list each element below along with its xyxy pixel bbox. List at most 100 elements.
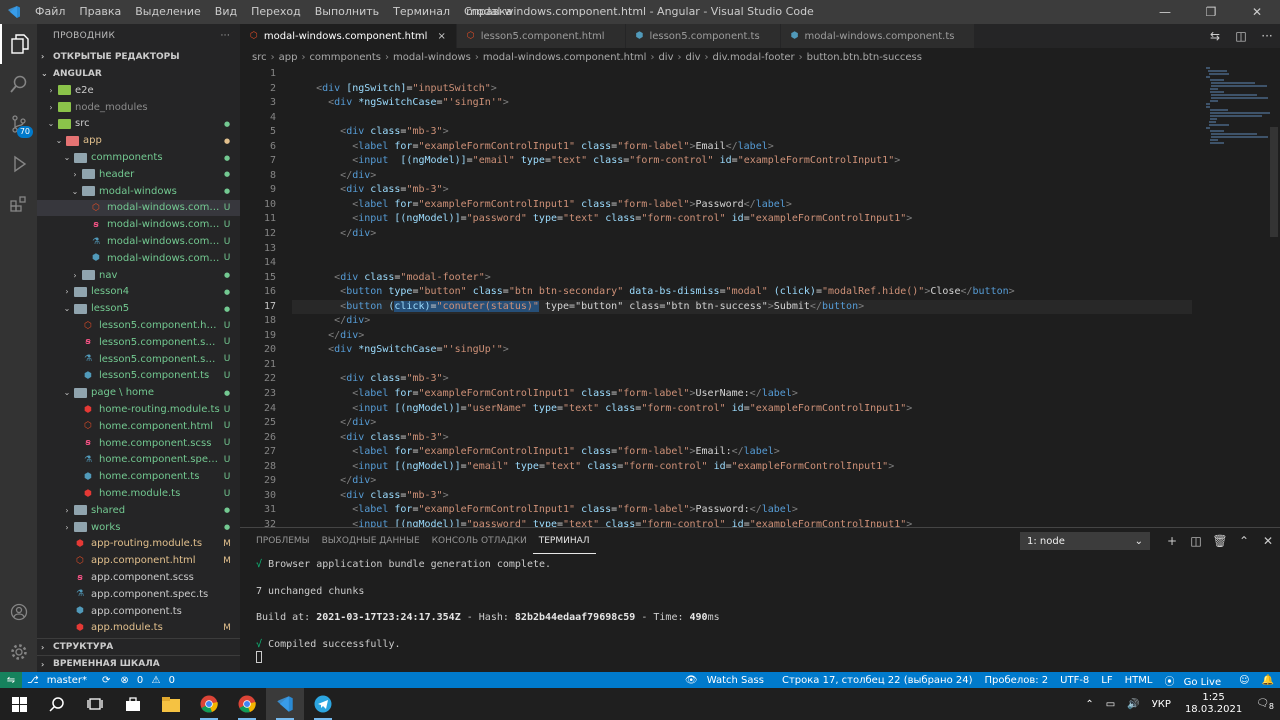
code-line[interactable]: <div class="mb-3"> bbox=[292, 372, 1192, 387]
tree-folder[interactable]: ⌄ modal-windows ● bbox=[37, 183, 240, 200]
tree-file[interactable]: ꞩ modal-windows.compo... U bbox=[37, 216, 240, 233]
terminal-select[interactable]: 1: node ⌄ bbox=[1020, 532, 1150, 550]
code-line[interactable]: </div> bbox=[292, 329, 1192, 344]
end-of-line[interactable]: LF bbox=[1095, 675, 1118, 686]
tree-file[interactable]: ꞩ app.component.scss bbox=[37, 569, 240, 586]
chrome-profile-icon[interactable] bbox=[228, 688, 266, 720]
breadcrumb-item[interactable]: button.btn.btn-success bbox=[807, 52, 922, 63]
code-line[interactable] bbox=[292, 358, 1192, 373]
code-line[interactable]: <button type="button" class="btn btn-sec… bbox=[292, 285, 1192, 300]
workspace-section[interactable]: ⌄ ANGULAR bbox=[37, 65, 240, 82]
extensions-icon[interactable] bbox=[0, 184, 37, 224]
code-line[interactable] bbox=[292, 242, 1192, 257]
code-line[interactable]: <input [(ngModel)]="email" type="text" c… bbox=[292, 460, 1192, 475]
code-line[interactable]: <label for="exampleFormControlInput1" cl… bbox=[292, 387, 1192, 402]
tree-folder[interactable]: › e2e bbox=[37, 82, 240, 99]
breadcrumb-item[interactable]: commponents bbox=[309, 52, 381, 63]
problems-indicator[interactable]: ⊗ 0 ⚠ 0 bbox=[115, 675, 185, 686]
tree-file[interactable]: ⬢ lesson5.component.ts U bbox=[37, 368, 240, 385]
code-line[interactable]: <div *ngSwitchCase="'singUp'"> bbox=[292, 343, 1192, 358]
file-explorer-icon[interactable] bbox=[152, 688, 190, 720]
editor-scrollbar[interactable] bbox=[1266, 67, 1280, 527]
code-line[interactable]: </div> bbox=[292, 416, 1192, 431]
code-line[interactable]: <input [(ngModel)]="password" type="text… bbox=[292, 518, 1192, 527]
tree-file[interactable]: ⬢ home-routing.module.ts U bbox=[37, 401, 240, 418]
code-line[interactable]: <label for="exampleFormControlInput1" cl… bbox=[292, 140, 1192, 155]
tree-folder[interactable]: › node_modules bbox=[37, 99, 240, 116]
menu-item[interactable]: Справка bbox=[457, 0, 519, 24]
cursor-position[interactable]: Строка 17, столбец 22 (выбрано 24) bbox=[776, 675, 979, 686]
feedback-icon[interactable]: ☺ bbox=[1233, 675, 1255, 686]
language-mode[interactable]: HTML bbox=[1119, 675, 1159, 686]
search-icon[interactable] bbox=[38, 688, 76, 720]
source-control-icon[interactable]: 70 bbox=[0, 104, 37, 144]
remote-icon[interactable]: ⇋ bbox=[0, 672, 22, 688]
menu-item[interactable]: Выполнить bbox=[308, 0, 386, 24]
maximize-button[interactable]: ❐ bbox=[1188, 0, 1234, 24]
open-editors-section[interactable]: › ОТКРЫТЫЕ РЕДАКТОРЫ bbox=[37, 48, 240, 65]
code-line[interactable]: </div> bbox=[292, 169, 1192, 184]
code-line[interactable]: </div> bbox=[292, 314, 1192, 329]
code-editor[interactable]: 1 2 3 4 5 6 7 8 9 10 11 12 13 14 15 16 17 18 19 20 21 22 23 24 2… bbox=[240, 67, 1280, 527]
structure-section[interactable]: › СТРУКТУРА bbox=[37, 638, 240, 655]
explorer-icon[interactable] bbox=[0, 24, 37, 64]
tree-folder[interactable]: ⌄ commponents ● bbox=[37, 149, 240, 166]
breadcrumb-item[interactable]: div bbox=[658, 52, 673, 63]
store-icon[interactable] bbox=[114, 688, 152, 720]
tree-file[interactable]: ⬡ home.component.html U bbox=[37, 418, 240, 435]
editor-tab[interactable]: ⬢ modal-windows.component.ts bbox=[780, 24, 976, 48]
tree-file[interactable]: ⬢ home.component.ts U bbox=[37, 468, 240, 485]
run-debug-icon[interactable] bbox=[0, 144, 37, 184]
close-panel-icon[interactable]: ✕ bbox=[1256, 534, 1280, 548]
code-line[interactable]: <input [(ngModel)]="password" type="text… bbox=[292, 212, 1192, 227]
chrome-icon[interactable] bbox=[190, 688, 228, 720]
code-line[interactable]: <div class="mb-3"> bbox=[292, 183, 1192, 198]
menu-item[interactable]: Терминал bbox=[386, 0, 457, 24]
code-line[interactable]: <label for="exampleFormControlInput1" cl… bbox=[292, 198, 1192, 213]
panel-tab[interactable]: КОНСОЛЬ ОТЛАДКИ bbox=[426, 528, 533, 554]
tree-folder[interactable]: › header ● bbox=[37, 166, 240, 183]
windows-start-icon[interactable] bbox=[0, 688, 38, 720]
trash-icon[interactable]: 🗑 bbox=[1208, 534, 1232, 548]
compare-changes-icon[interactable]: ⇆ bbox=[1202, 29, 1228, 43]
input-language[interactable]: УКР bbox=[1146, 699, 1177, 710]
code-line[interactable]: </div> bbox=[292, 474, 1192, 489]
sync-icon[interactable]: ⟳ bbox=[97, 675, 115, 686]
editor-tab[interactable]: ⬡ lesson5.component.html bbox=[456, 24, 626, 48]
breadcrumb-item[interactable]: div bbox=[685, 52, 700, 63]
breadcrumb-item[interactable]: src bbox=[252, 52, 267, 63]
search-icon[interactable] bbox=[0, 64, 37, 104]
code-line[interactable]: <div *ngSwitchCase="'singIn'"> bbox=[292, 96, 1192, 111]
settings-gear-icon[interactable] bbox=[0, 632, 37, 672]
code-line[interactable]: <div [ngSwitch]="inputSwitch"> bbox=[292, 82, 1192, 97]
breadcrumb-item[interactable]: app bbox=[279, 52, 298, 63]
go-live-button[interactable]: ⦿ Go Live bbox=[1158, 673, 1233, 688]
tree-folder[interactable]: ⌄ page \ home ● bbox=[37, 384, 240, 401]
code-line[interactable] bbox=[292, 111, 1192, 126]
tree-file[interactable]: ⬡ lesson5.component.html U bbox=[37, 317, 240, 334]
more-actions-icon[interactable]: ··· bbox=[1254, 29, 1280, 43]
tree-file[interactable]: ⚗ lesson5.component.spec.tsU bbox=[37, 351, 240, 368]
split-terminal-icon[interactable]: ◫ bbox=[1184, 534, 1208, 548]
tree-file[interactable]: ⬢ app.module.ts M bbox=[37, 620, 240, 637]
more-actions-icon[interactable]: ··· bbox=[221, 31, 230, 41]
indentation[interactable]: Пробелов: 2 bbox=[979, 675, 1055, 686]
menu-item[interactable]: Файл bbox=[28, 0, 72, 24]
tree-file[interactable]: ⚗ app.component.spec.ts bbox=[37, 586, 240, 603]
notifications-bell-icon[interactable]: 🔔 bbox=[1256, 675, 1280, 686]
breadcrumb-item[interactable]: div.modal-footer bbox=[713, 52, 795, 63]
code-line[interactable]: <div class="mb-3"> bbox=[292, 431, 1192, 446]
code-content[interactable]: <div [ngSwitch]="inputSwitch"> <div *ngS… bbox=[292, 67, 1192, 527]
minimap[interactable] bbox=[1206, 67, 1270, 147]
panel-tab[interactable]: ПРОБЛЕМЫ bbox=[250, 528, 316, 554]
code-line[interactable]: <input [(ngModel)]="userName" type="text… bbox=[292, 402, 1192, 417]
menu-item[interactable]: Переход bbox=[244, 0, 308, 24]
tree-file[interactable]: ꞩ home.component.scss U bbox=[37, 435, 240, 452]
tree-file[interactable]: ⬢ home.module.ts U bbox=[37, 485, 240, 502]
vscode-taskbar-icon[interactable] bbox=[266, 688, 304, 720]
encoding[interactable]: UTF-8 bbox=[1054, 675, 1095, 686]
code-line[interactable] bbox=[292, 256, 1192, 271]
tree-file[interactable]: ⬢ app-routing.module.ts M bbox=[37, 536, 240, 553]
tree-file[interactable]: ⬡ app.component.html M bbox=[37, 552, 240, 569]
code-line[interactable]: <div class="modal-footer"> bbox=[292, 271, 1192, 286]
